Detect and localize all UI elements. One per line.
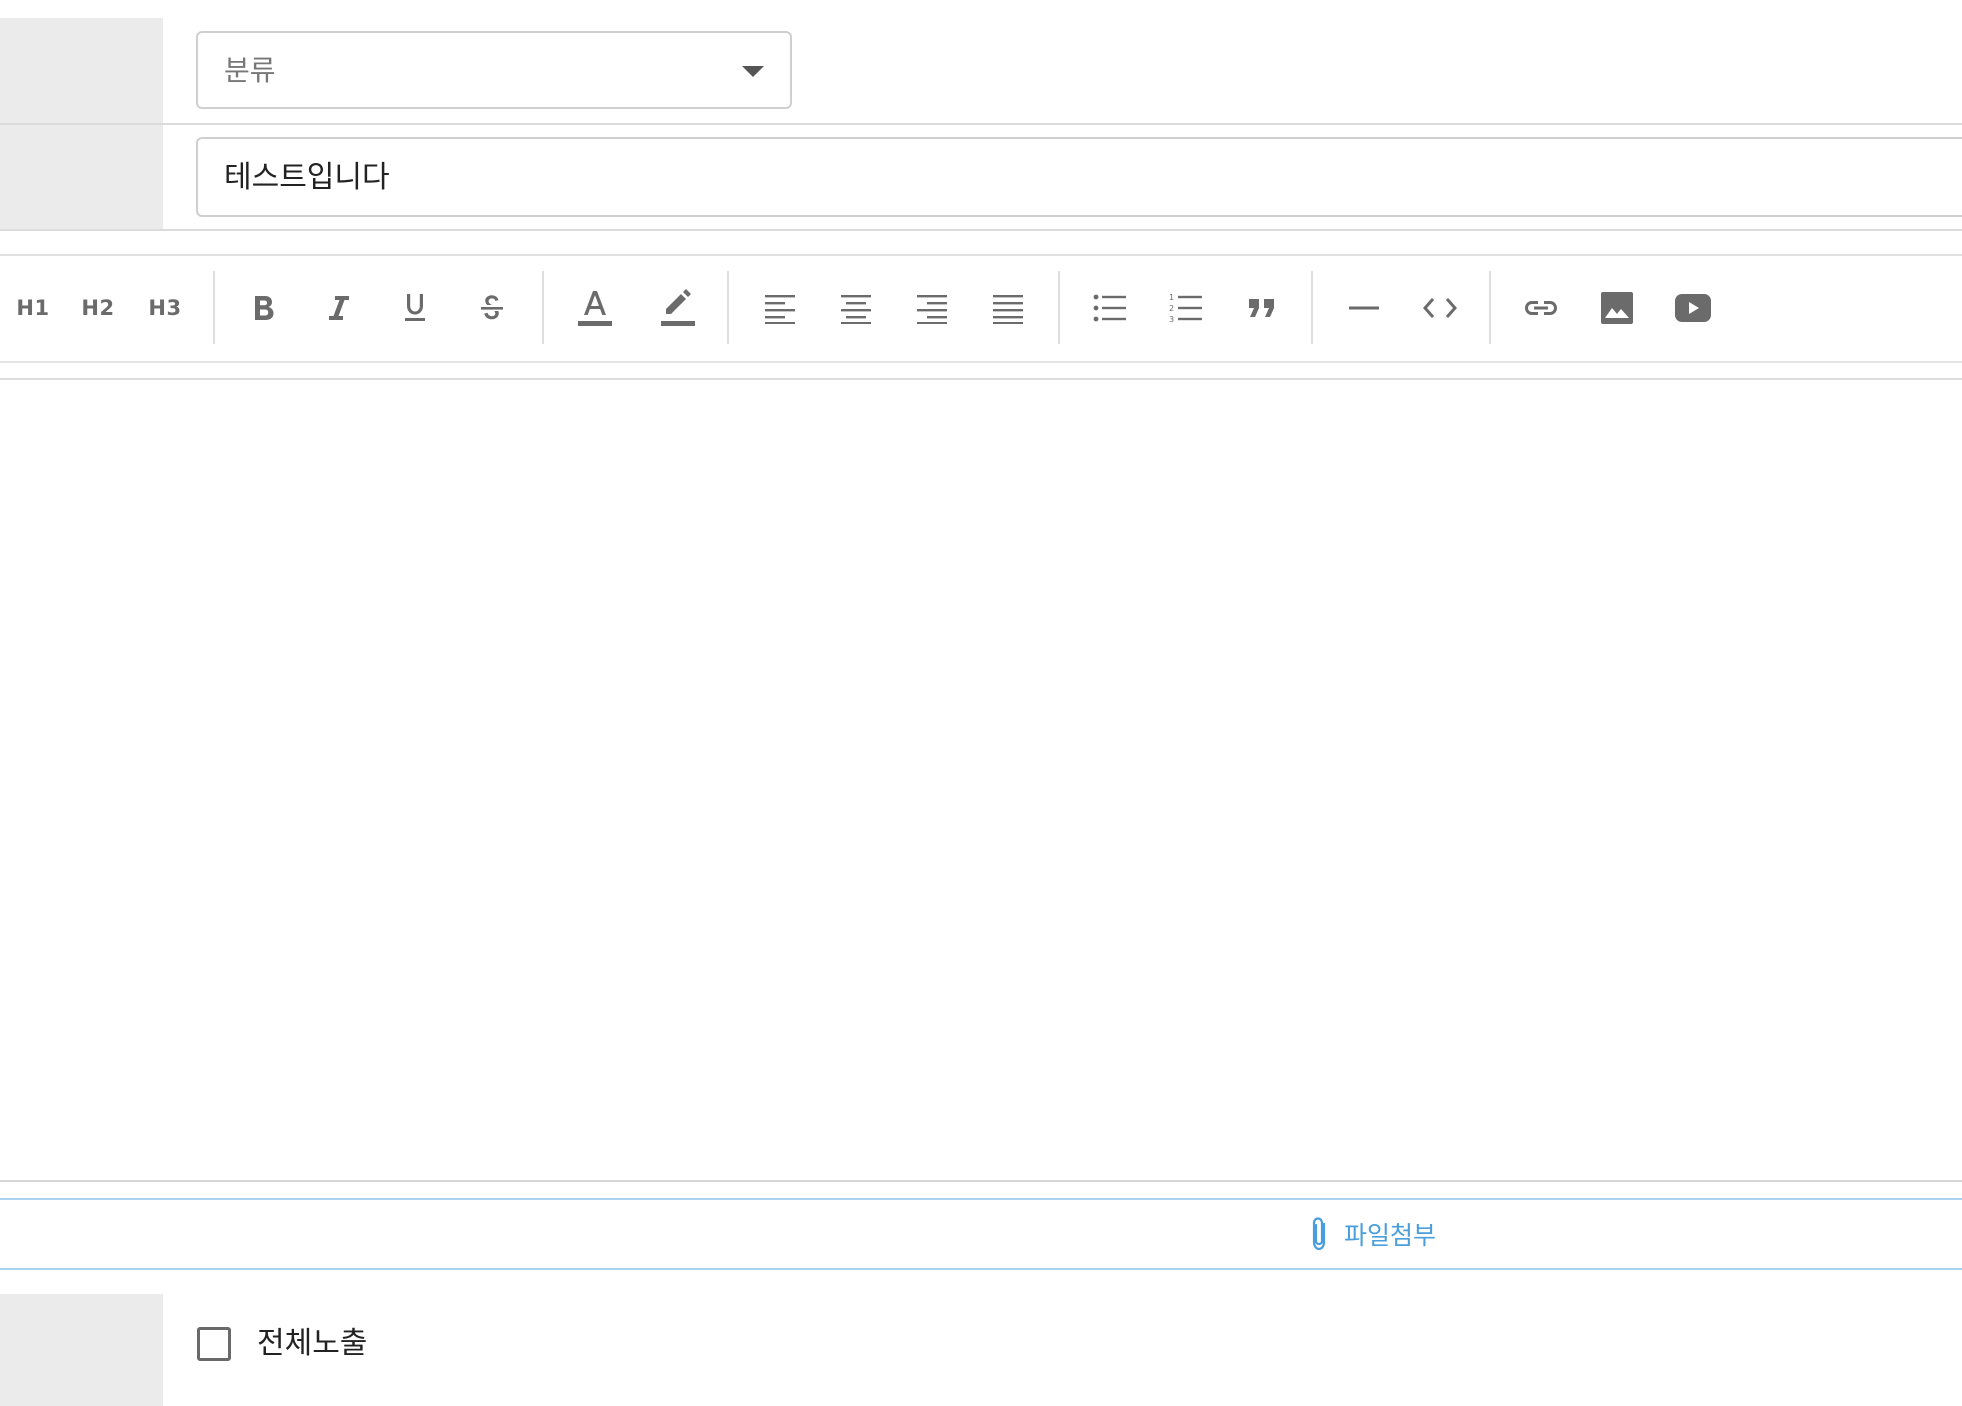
svg-text:3: 3 [1169,315,1174,324]
text-color-icon [578,290,612,326]
italic-icon [329,295,349,320]
image-button[interactable] [1592,255,1642,360]
highlight-button[interactable] [653,255,703,360]
attach-top-border [0,1198,1962,1200]
show-all-checkbox[interactable] [197,1327,231,1361]
image-icon [1601,291,1633,324]
editor-content-area[interactable] [0,381,1962,1180]
align-left-icon [765,294,795,324]
svg-text:1: 1 [1169,293,1174,302]
toolbar-separator [213,271,215,344]
align-right-icon [917,294,947,324]
numbered-list-button[interactable]: 1 2 3 [1161,255,1211,360]
h2-button[interactable]: H2 [73,255,123,360]
editor-toolbar: H1 H2 H3 1 2 3 [0,255,1962,360]
video-icon [1675,293,1711,322]
numbered-list-icon: 1 2 3 [1169,293,1202,324]
align-center-icon [841,294,871,324]
row-divider [0,123,1962,125]
video-button[interactable] [1668,255,1718,360]
h2-label: H2 [81,295,115,320]
visibility-label-cell [0,1294,163,1406]
attach-file-button[interactable]: 파일첨부 [1308,1210,1436,1258]
category-label-cell [0,18,163,124]
category-select-value: 분류 [224,54,276,87]
blockquote-icon [1249,298,1274,317]
link-icon [1525,300,1557,315]
underline-icon [405,293,425,321]
code-button[interactable] [1415,255,1465,360]
horizontal-rule-icon [1349,306,1379,309]
toolbar-separator [1058,271,1060,344]
show-all-label[interactable]: 전체노출 [257,1324,367,1364]
align-justify-icon [993,294,1023,324]
editor-bottom-border [0,1180,1962,1182]
link-button[interactable] [1516,255,1566,360]
svg-text:2: 2 [1169,304,1174,313]
toolbar-separator [1311,271,1313,344]
blockquote-button[interactable] [1237,255,1287,360]
align-left-button[interactable] [755,255,805,360]
h1-button[interactable]: H1 [8,255,58,360]
editor-top-border [0,378,1962,380]
text-color-button[interactable] [570,255,620,360]
align-center-button[interactable] [831,255,881,360]
title-input[interactable]: 테스트입니다 [196,137,1962,217]
post-editor-form: 분류 테스트입니다 H1 H2 H3 1 2 3 파일첨부 전체노출 [0,0,1962,1406]
title-input-value: 테스트입니다 [224,160,390,195]
row-divider [0,229,1962,231]
attach-file-label: 파일첨부 [1344,1221,1437,1250]
title-label-cell [0,125,163,229]
toolbar-separator [542,271,544,344]
bullet-list-button[interactable] [1085,255,1135,360]
paperclip-icon [1312,1217,1326,1251]
h3-button[interactable]: H3 [140,255,190,360]
horizontal-rule-button[interactable] [1339,255,1389,360]
h1-label: H1 [16,295,50,320]
code-icon [1422,297,1458,318]
toolbar-separator [727,271,729,344]
underline-button[interactable] [390,255,440,360]
bold-button[interactable] [239,255,289,360]
h3-label: H3 [148,295,182,320]
highlight-icon [661,288,695,326]
strikethrough-button[interactable] [467,255,517,360]
bullet-list-icon [1093,294,1126,321]
align-justify-button[interactable] [983,255,1033,360]
italic-button[interactable] [314,255,364,360]
toolbar-separator [1489,271,1491,344]
align-right-button[interactable] [907,255,957,360]
chevron-down-icon [742,66,764,77]
strikethrough-icon [481,294,503,319]
toolbar-bottom-border [0,361,1962,363]
attach-bottom-border [0,1268,1962,1270]
category-select[interactable]: 분류 [196,31,792,109]
bold-icon [255,295,274,320]
